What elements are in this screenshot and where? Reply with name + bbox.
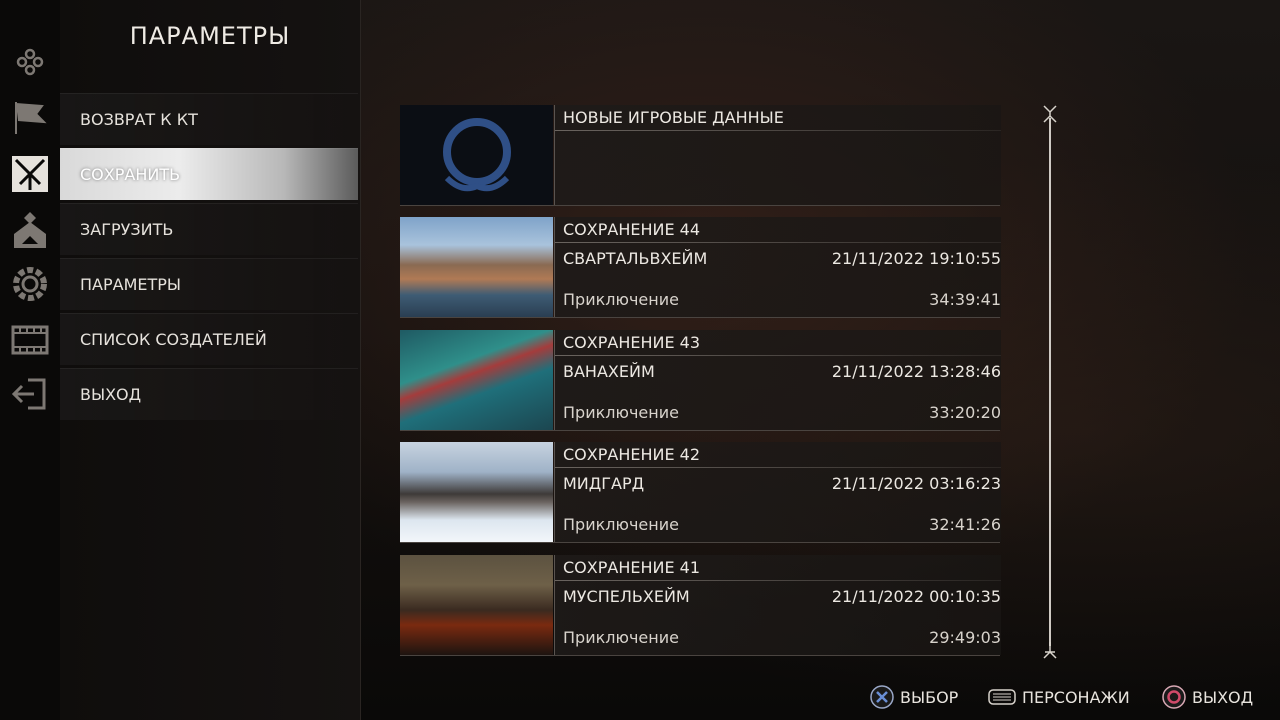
touchpad-icon — [988, 687, 1016, 707]
save-info: СОХРАНЕНИЕ 43 ВАНАХЕЙМ 21/11/2022 13:28:… — [554, 330, 1001, 430]
gamepad-icon[interactable] — [8, 40, 52, 84]
save-playtime: 33:20:20 — [929, 403, 1001, 422]
menu-item-load[interactable]: ЗАГРУЗИТЬ — [60, 203, 358, 255]
save-title: СОХРАНЕНИЕ 42 — [563, 445, 701, 464]
icon-rail — [0, 0, 61, 720]
hint-characters[interactable]: ПЕРСОНАЖИ — [988, 684, 1130, 710]
save-date: 21/11/2022 13:28:46 — [831, 362, 1001, 381]
scrollbar[interactable] — [1049, 118, 1051, 646]
rune-icon[interactable] — [8, 152, 52, 196]
cross-button-icon — [870, 685, 894, 709]
save-realm: ВАНАХЕЙМ — [563, 362, 655, 381]
save-info: СОХРАНЕНИЕ 44 СВАРТАЛЬВХЕЙМ 21/11/2022 1… — [554, 217, 1001, 317]
menu-item-return-checkpoint[interactable]: ВОЗВРАТ К КТ — [60, 93, 358, 145]
hint-select[interactable]: ВЫБОР — [870, 684, 958, 710]
save-thumbnail — [400, 442, 553, 542]
save-mode: Приключение — [563, 403, 679, 422]
save-slot-41[interactable]: СОХРАНЕНИЕ 41 МУСПЕЛЬХЕЙМ 21/11/2022 00:… — [400, 555, 1001, 656]
save-slot-43[interactable]: СОХРАНЕНИЕ 43 ВАНАХЕЙМ 21/11/2022 13:28:… — [400, 330, 1001, 431]
save-date: 21/11/2022 00:10:35 — [831, 587, 1001, 606]
menu-title: ПАРАМЕТРЫ — [129, 22, 291, 50]
save-realm: СВАРТАЛЬВХЕЙМ — [563, 249, 708, 268]
save-mode: Приключение — [563, 290, 679, 309]
save-realm: МУСПЕЛЬХЕЙМ — [563, 587, 690, 606]
save-date: 21/11/2022 19:10:55 — [831, 249, 1001, 268]
hint-exit-label: ВЫХОД — [1192, 687, 1254, 707]
save-title: СОХРАНЕНИЕ 44 — [563, 220, 701, 239]
save-date: 21/11/2022 03:16:23 — [831, 474, 1001, 493]
save-title: СОХРАНЕНИЕ 43 — [563, 333, 701, 352]
game-logo-icon — [400, 105, 553, 205]
menu-item-settings[interactable]: ПАРАМЕТРЫ — [60, 258, 358, 310]
save-thumbnail — [400, 217, 553, 317]
save-slot-44[interactable]: СОХРАНЕНИЕ 44 СВАРТАЛЬВХЕЙМ 21/11/2022 1… — [400, 217, 1001, 318]
save-mode: Приключение — [563, 515, 679, 534]
new-save-slot[interactable]: НОВЫЕ ИГРОВЫЕ ДАННЫЕ — [400, 105, 1001, 206]
options-menu: ПАРАМЕТРЫ ВОЗВРАТ К КТ СОХРАНИТЬ ЗАГРУЗИ… — [60, 0, 361, 720]
film-icon[interactable] — [8, 318, 52, 362]
save-title: СОХРАНЕНИЕ 41 — [563, 558, 701, 577]
menu-item-quit[interactable]: ВЫХОД — [60, 368, 358, 420]
new-save-label: НОВЫЕ ИГРОВЫЕ ДАННЫЕ — [563, 108, 784, 127]
hint-exit[interactable]: ВЫХОД — [1162, 684, 1253, 710]
circle-button-icon — [1162, 685, 1186, 709]
save-thumbnail — [400, 555, 553, 655]
save-thumbnail — [400, 330, 553, 430]
gear-icon[interactable] — [8, 262, 52, 306]
new-save-info: НОВЫЕ ИГРОВЫЕ ДАННЫЕ — [554, 105, 1001, 205]
save-realm: МИДГАРД — [563, 474, 645, 493]
save-info: СОХРАНЕНИЕ 42 МИДГАРД 21/11/2022 03:16:2… — [554, 442, 1001, 542]
hint-select-label: ВЫБОР — [900, 687, 959, 707]
menu-item-save[interactable]: СОХРАНИТЬ — [60, 148, 358, 200]
save-info: СОХРАНЕНИЕ 41 МУСПЕЛЬХЕЙМ 21/11/2022 00:… — [554, 555, 1001, 655]
house-icon[interactable] — [8, 208, 52, 252]
save-playtime: 34:39:41 — [929, 290, 1001, 309]
scroll-bottom-cap-icon — [1042, 640, 1058, 660]
menu-item-credits[interactable]: СПИСОК СОЗДАТЕЛЕЙ — [60, 313, 358, 365]
exit-icon[interactable] — [8, 372, 52, 416]
save-playtime: 32:41:26 — [929, 515, 1001, 534]
save-playtime: 29:49:03 — [929, 628, 1001, 647]
save-slot-42[interactable]: СОХРАНЕНИЕ 42 МИДГАРД 21/11/2022 03:16:2… — [400, 442, 1001, 543]
flag-icon[interactable] — [8, 96, 52, 140]
save-mode: Приключение — [563, 628, 679, 647]
hint-characters-label: ПЕРСОНАЖИ — [1022, 687, 1130, 707]
